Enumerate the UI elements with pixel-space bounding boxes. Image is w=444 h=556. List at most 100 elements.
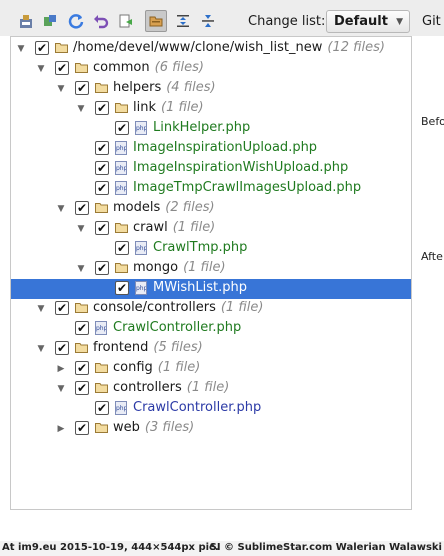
folder-name: web xyxy=(113,420,140,435)
folder-icon xyxy=(115,263,128,273)
include-checkbox[interactable]: ✔ xyxy=(75,201,89,215)
include-checkbox[interactable]: ✔ xyxy=(95,141,109,155)
include-checkbox[interactable]: ✔ xyxy=(115,281,129,295)
toolbar: Change list: Default ▼ Git xyxy=(0,0,444,36)
folder-name: /home/devel/www/clone/wish_list_new xyxy=(73,40,323,55)
php-file-icon: php xyxy=(95,321,107,335)
include-checkbox[interactable]: ✔ xyxy=(75,321,89,335)
refresh-icon[interactable] xyxy=(66,11,86,31)
expand-all-icon[interactable] xyxy=(173,11,193,31)
expand-arrow-icon[interactable]: ▼ xyxy=(35,60,47,78)
include-checkbox[interactable]: ✔ xyxy=(95,261,109,275)
include-checkbox[interactable]: ✔ xyxy=(55,301,69,315)
expand-arrow-icon[interactable]: ▼ xyxy=(75,260,87,278)
expand-arrow-icon[interactable]: ▼ xyxy=(55,80,67,98)
tree-folder-row[interactable]: ▼ ✔ mongo (1 file) xyxy=(11,259,411,279)
collapse-all-icon[interactable] xyxy=(198,11,218,31)
before-label: Befo xyxy=(421,115,444,128)
tree-folder-row[interactable]: ▼ ✔ crawl (1 file) xyxy=(11,219,411,239)
folder-icon xyxy=(115,223,128,233)
git-label: Git xyxy=(422,14,441,29)
tree-folder-row[interactable]: ▼ ✔ link (1 file) xyxy=(11,99,411,119)
file-count: (1 file) xyxy=(157,360,201,375)
change-list-select[interactable]: Default ▼ xyxy=(326,10,410,33)
include-checkbox[interactable]: ✔ xyxy=(115,121,129,135)
expand-arrow-icon[interactable]: ▼ xyxy=(75,100,87,118)
change-list-label: Change list: xyxy=(248,14,326,29)
include-checkbox[interactable]: ✔ xyxy=(95,221,109,235)
file-name: MWishList.php xyxy=(153,280,248,295)
commit-icon[interactable] xyxy=(16,11,36,31)
php-file-icon: php xyxy=(115,161,127,175)
file-name: CrawlController.php xyxy=(133,400,262,415)
tree-file-row[interactable]: ✔ php CrawlTmp.php xyxy=(11,239,411,259)
rollback-icon[interactable] xyxy=(91,11,111,31)
footer-left: At im9.eu 2015-10-19, 444×544px pic. xyxy=(2,542,219,553)
folder-icon xyxy=(75,343,88,353)
collapse-arrow-icon[interactable]: ▶ xyxy=(55,360,67,378)
include-checkbox[interactable]: ✔ xyxy=(115,241,129,255)
file-count: (1 file) xyxy=(220,300,264,315)
folder-name: frontend xyxy=(93,340,149,355)
tree-file-row[interactable]: ✔ php LinkHelper.php xyxy=(11,119,411,139)
folder-icon xyxy=(95,423,108,433)
folder-icon xyxy=(95,83,108,93)
shelve-icon[interactable] xyxy=(40,11,60,31)
folder-name: controllers xyxy=(113,380,182,395)
tree-folder-row[interactable]: ▶ ✔ config (1 file) xyxy=(11,359,411,379)
tree-folder-row[interactable]: ▼ ✔ helpers (4 files) xyxy=(11,79,411,99)
expand-arrow-icon[interactable]: ▼ xyxy=(75,220,87,238)
include-checkbox[interactable]: ✔ xyxy=(55,341,69,355)
file-name: CrawlController.php xyxy=(113,320,242,335)
include-checkbox[interactable]: ✔ xyxy=(95,101,109,115)
file-count: (5 files) xyxy=(153,340,203,355)
expand-arrow-icon[interactable]: ▼ xyxy=(15,40,27,58)
folder-name: mongo xyxy=(133,260,179,275)
expand-arrow-icon[interactable]: ▼ xyxy=(35,340,47,358)
tree-folder-row[interactable]: ▼ ✔ common (6 files) xyxy=(11,59,411,79)
file-name: CrawlTmp.php xyxy=(153,240,248,255)
include-checkbox[interactable]: ✔ xyxy=(75,381,89,395)
include-checkbox[interactable]: ✔ xyxy=(55,61,69,75)
include-checkbox[interactable]: ✔ xyxy=(35,41,49,55)
php-file-icon: php xyxy=(135,241,147,255)
tree-folder-row[interactable]: ▶ ✔ web (3 files) xyxy=(11,419,411,439)
php-file-icon: php xyxy=(135,121,147,135)
folder-name: helpers xyxy=(113,80,162,95)
show-diff-icon[interactable] xyxy=(116,11,136,31)
include-checkbox[interactable]: ✔ xyxy=(75,421,89,435)
tree-file-row[interactable]: ✔ php CrawlController.php xyxy=(11,399,411,419)
expand-arrow-icon[interactable]: ▼ xyxy=(55,380,67,398)
file-name: ImageTmpCrawlImagesUpload.php xyxy=(133,180,362,195)
file-count: (2 files) xyxy=(165,200,215,215)
include-checkbox[interactable]: ✔ xyxy=(95,181,109,195)
include-checkbox[interactable]: ✔ xyxy=(95,161,109,175)
include-checkbox[interactable]: ✔ xyxy=(95,401,109,415)
file-count: (1 file) xyxy=(161,100,204,115)
tree-folder-row[interactable]: ▼ ✔ frontend (5 files) xyxy=(11,339,411,359)
tree-folder-row[interactable]: ▼ ✔ models (2 files) xyxy=(11,199,411,219)
file-count: (1 file) xyxy=(186,380,230,395)
tree-file-row[interactable]: ✔ php ImageInspirationUpload.php xyxy=(11,139,411,159)
file-count: (4 files) xyxy=(166,80,216,95)
folder-name: config xyxy=(113,360,153,375)
tree-folder-row[interactable]: ▼ ✔ console/controllers (1 file) xyxy=(11,299,411,319)
folder-icon xyxy=(95,383,108,393)
tree-file-row[interactable]: ✔ php ImageInspirationWishUpload.php xyxy=(11,159,411,179)
tree-file-row[interactable]: ✔ php CrawlController.php xyxy=(11,319,411,339)
tree-file-row[interactable]: ✔ php ImageTmpCrawlImagesUpload.php xyxy=(11,179,411,199)
include-checkbox[interactable]: ✔ xyxy=(75,81,89,95)
collapse-arrow-icon[interactable]: ▶ xyxy=(55,420,67,438)
file-count: (3 files) xyxy=(144,420,195,435)
changes-tree[interactable]: ▼ ✔ /home/devel/www/clone/wish_list_new (12… xyxy=(10,36,412,510)
expand-arrow-icon[interactable]: ▼ xyxy=(35,300,47,318)
include-checkbox[interactable]: ✔ xyxy=(75,361,89,375)
expand-arrow-icon[interactable]: ▼ xyxy=(55,200,67,218)
group-by-directory-icon[interactable] xyxy=(145,10,167,32)
folder-icon xyxy=(95,203,108,213)
tree-folder-row[interactable]: ▼ ✔ controllers (1 file) xyxy=(11,379,411,399)
tree-folder-row[interactable]: ▼ ✔ /home/devel/www/clone/wish_list_new (12… xyxy=(11,39,411,59)
file-name: LinkHelper.php xyxy=(153,120,251,135)
file-name: ImageInspirationUpload.php xyxy=(133,140,318,155)
tree-file-row[interactable]: ✔ php MWishList.php xyxy=(11,279,411,299)
